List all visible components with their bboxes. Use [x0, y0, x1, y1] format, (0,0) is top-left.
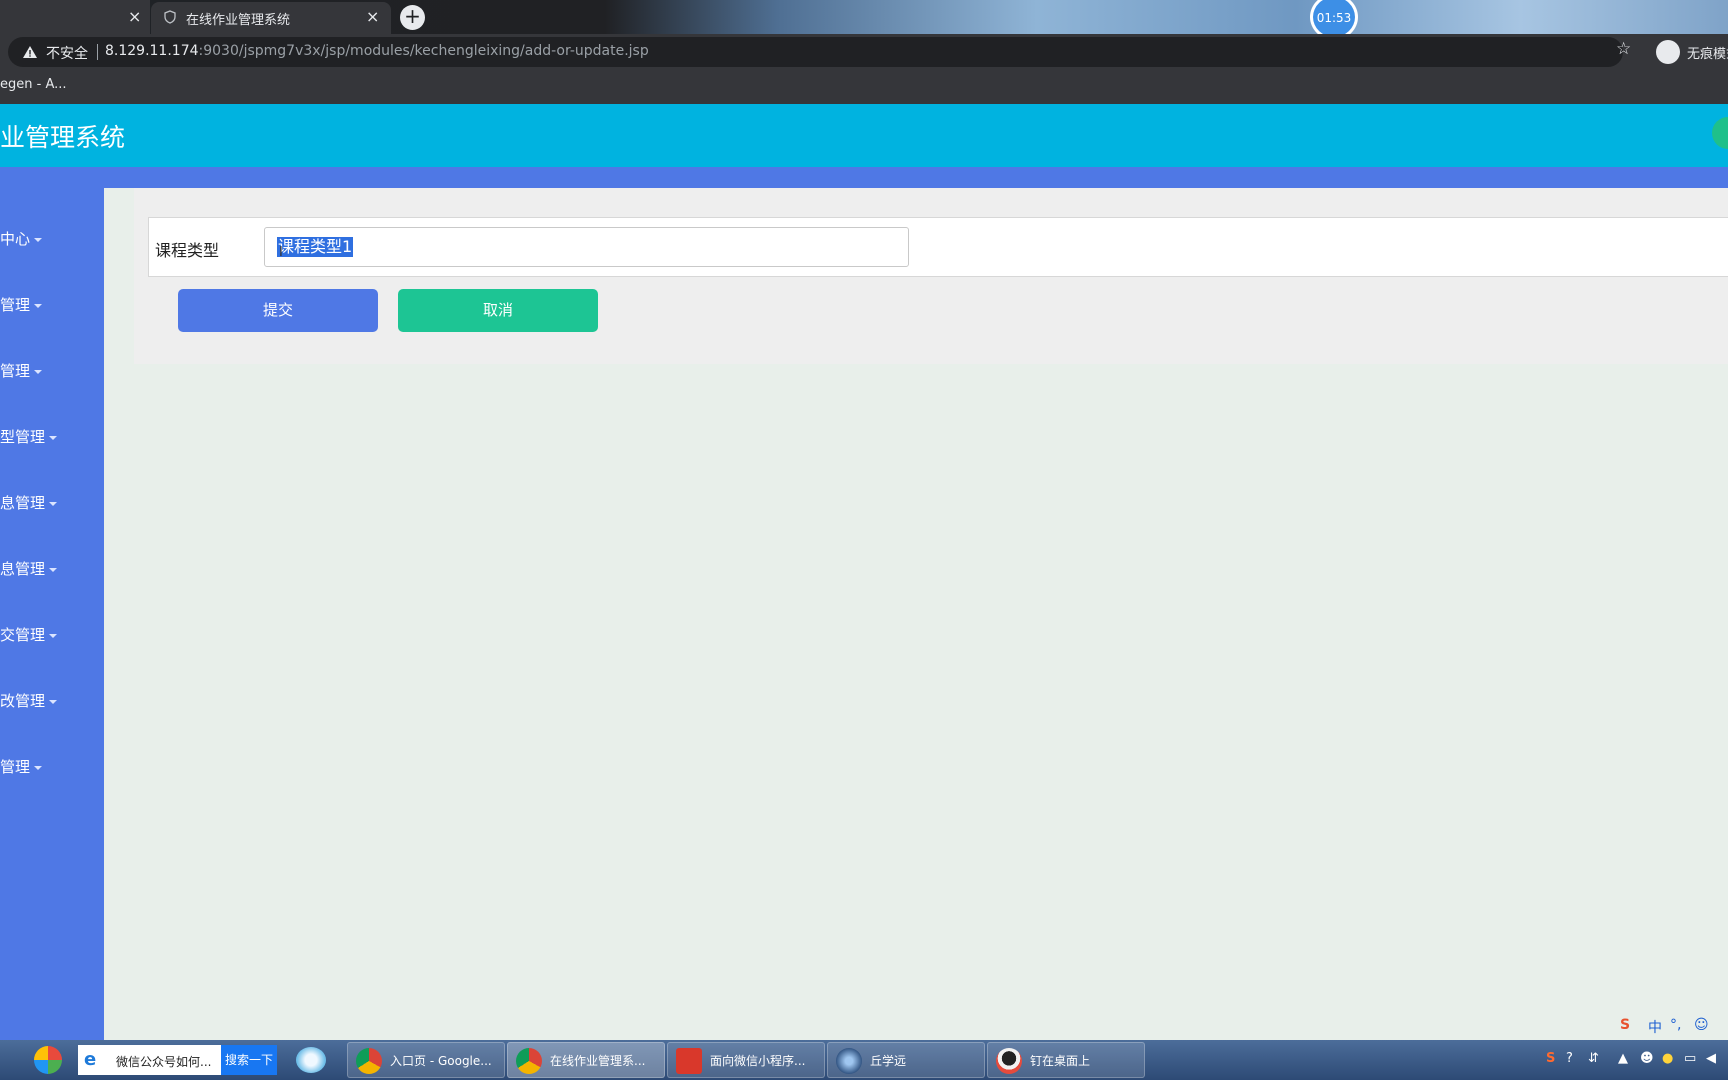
taskbar-item-label: 钉在桌面上 — [1030, 1054, 1091, 1068]
browser-tab-strip: × 在线作业管理系统 × + 01:53 — [0, 0, 1728, 40]
course-type-label: 课程类型 — [155, 241, 220, 260]
taskbar-item-label: 面向微信小程序... — [710, 1054, 806, 1068]
sidebar-item[interactable]: 管理 — [0, 294, 43, 315]
tab-title: 在线作业管理系统 — [186, 13, 291, 28]
close-tab-icon[interactable]: × — [366, 7, 379, 26]
display-icon[interactable]: ▭ — [1684, 1051, 1696, 1066]
app-title: 业管理系统 — [0, 123, 126, 152]
header-subbar — [0, 167, 1728, 188]
help-icon[interactable]: ? — [1566, 1051, 1573, 1066]
divider — [97, 44, 98, 60]
course-type-input[interactable]: 课程类型1 I — [264, 227, 909, 267]
ime-language[interactable]: 中 — [1648, 1017, 1662, 1037]
address-bar[interactable]: 不安全 8.129.11.174:9030/jspmg7v3x/jsp/modu… — [8, 37, 1623, 67]
ime-emoji-icon[interactable]: ☺ — [1694, 1017, 1709, 1033]
sidebar-item[interactable]: 交管理 — [0, 624, 58, 645]
sidebar-item-label: 改管理 — [0, 692, 46, 710]
warning-icon — [23, 46, 37, 58]
app-flower-icon[interactable] — [296, 1047, 326, 1073]
incognito-label[interactable]: 无痕模式 — [1687, 43, 1728, 62]
text-cursor-icon: I — [279, 245, 283, 260]
cancel-button[interactable]: 取消 — [398, 289, 598, 332]
taskbar-item-chrome-entry[interactable]: 入口页 - Google... — [347, 1042, 505, 1078]
sidebar-item-label: 息管理 — [0, 560, 46, 578]
security-label[interactable]: 不安全 — [46, 43, 88, 63]
url-path: :9030/jspmg7v3x/jsp/modules/kechengleixi… — [198, 43, 649, 59]
chevron-down-icon — [49, 567, 58, 572]
sidebar-item[interactable]: 改管理 — [0, 690, 58, 711]
taskbar: e 微信公众号如何... 搜索一下 入口页 - Google... 在线作业管理… — [0, 1040, 1728, 1080]
chevron-down-icon — [49, 501, 58, 506]
chrome-icon — [516, 1048, 542, 1074]
ie-search-box[interactable]: e 微信公众号如何... — [78, 1045, 221, 1075]
volume-icon[interactable]: ◀ — [1706, 1051, 1716, 1066]
form-row: 课程类型 课程类型1 I — [148, 217, 1728, 277]
sidebar-item-label: 管理 — [0, 362, 31, 380]
course-type-value: 课程类型1 — [277, 237, 354, 257]
chevron-down-icon — [49, 699, 58, 704]
chevron-down-icon — [34, 369, 43, 374]
browser-toolbar: 不安全 8.129.11.174:9030/jspmg7v3x/jsp/modu… — [0, 34, 1728, 70]
chevron-down-icon — [34, 765, 43, 770]
ie-search-text: 微信公众号如何... — [116, 1055, 212, 1069]
ime-punctuation[interactable]: °, — [1670, 1017, 1681, 1033]
main-content: 课程类型 课程类型1 I 提交 取消 — [104, 188, 1728, 1040]
ime-toolbar: S 中 °, ☺ — [1618, 1014, 1728, 1040]
bookmark-star-icon[interactable]: ☆ — [1616, 39, 1631, 59]
sidebar-item-label: 中心 — [0, 230, 31, 248]
taskbar-item-chrome-app[interactable]: 在线作业管理系... — [507, 1042, 665, 1078]
sidebar-item-label: 管理 — [0, 758, 31, 776]
fullscreen-icon[interactable] — [1712, 117, 1728, 149]
sidebar-item[interactable]: 管理 — [0, 756, 43, 777]
shield-tray-icon[interactable]: ● — [1662, 1051, 1673, 1066]
taskbar-item-document[interactable]: 面向微信小程序... — [667, 1042, 825, 1078]
avatar — [836, 1048, 862, 1074]
app-header: 业管理系统 — [0, 104, 1728, 167]
sidebar: 中心 管理 管理 型管理 息管理 息管理 交管理 改管理 管理 — [0, 188, 104, 1040]
sogou-tray-icon[interactable]: S — [1546, 1051, 1555, 1066]
network-icon[interactable]: ⇵ — [1588, 1051, 1599, 1066]
sidebar-item-label: 管理 — [0, 296, 31, 314]
taskbar-item-chat[interactable]: 丘学远 — [827, 1042, 985, 1078]
people-icon[interactable]: ☻ — [1640, 1051, 1654, 1066]
show-hidden-icon[interactable]: ▲ — [1618, 1051, 1628, 1066]
sogou-icon[interactable]: S — [1620, 1017, 1630, 1033]
shield-icon — [164, 10, 176, 24]
taskbar-item-label: 在线作业管理系... — [550, 1054, 646, 1068]
sidebar-item[interactable]: 中心 — [0, 228, 43, 249]
taskbar-item-label: 丘学远 — [870, 1054, 907, 1068]
search-go-button[interactable]: 搜索一下 — [221, 1045, 277, 1075]
edit-form: 课程类型 课程类型1 I 提交 取消 — [134, 188, 1728, 364]
qq-icon — [996, 1048, 1022, 1074]
chrome-icon — [356, 1048, 382, 1074]
chevron-down-icon — [34, 303, 43, 308]
incognito-icon[interactable] — [1656, 40, 1680, 64]
ie-icon: e — [84, 1049, 97, 1070]
sidebar-item-label: 型管理 — [0, 428, 46, 446]
bookmark-item[interactable]: egen - A... — [0, 77, 67, 92]
sidebar-item[interactable]: 型管理 — [0, 426, 58, 447]
chevron-down-icon — [49, 633, 58, 638]
system-tray: S ? ⇵ ▲ ☻ ● ▭ ◀ — [1540, 1040, 1728, 1080]
document-app-icon — [676, 1048, 702, 1074]
sidebar-item[interactable]: 息管理 — [0, 558, 58, 579]
sidebar-item-label: 交管理 — [0, 626, 46, 644]
browser-tab-active[interactable]: 在线作业管理系统 × — [151, 2, 391, 34]
sidebar-item[interactable]: 管理 — [0, 360, 43, 381]
bookmarks-bar: egen - A... — [0, 70, 1728, 104]
submit-button[interactable]: 提交 — [178, 289, 378, 332]
taskbar-item-label: 入口页 - Google... — [390, 1054, 492, 1068]
close-tab-icon[interactable]: × — [128, 7, 141, 27]
sidebar-item[interactable]: 息管理 — [0, 492, 58, 513]
chevron-down-icon — [34, 237, 43, 242]
chevron-down-icon — [49, 435, 58, 440]
sidebar-item-label: 息管理 — [0, 494, 46, 512]
new-tab-button[interactable]: + — [400, 5, 425, 30]
url-text[interactable]: 8.129.11.174:9030/jspmg7v3x/jsp/modules/… — [105, 43, 649, 59]
browser-tab-previous[interactable]: × — [0, 0, 150, 34]
taskbar-item-qq[interactable]: 钉在桌面上 — [987, 1042, 1145, 1078]
url-host: 8.129.11.174 — [105, 43, 199, 59]
start-button-icon[interactable] — [34, 1046, 62, 1074]
